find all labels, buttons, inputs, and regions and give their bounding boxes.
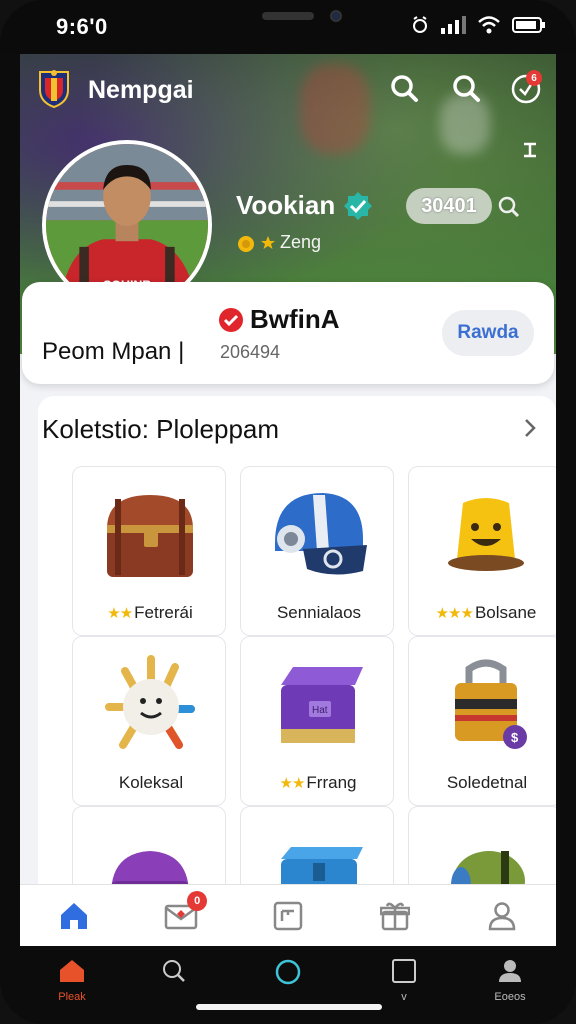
sys-nav-home[interactable]: Pleak xyxy=(40,958,104,1003)
sys-nav-search[interactable] xyxy=(142,958,206,989)
sys-nav-profile[interactable]: Eoeos xyxy=(478,958,542,1003)
status-bar: 9:6'0 xyxy=(0,0,576,54)
wifi-icon xyxy=(478,16,500,34)
item-name: Frrang xyxy=(306,773,357,792)
phone-frame: 9:6'0 Nempgai 6 Vookian 30401 Zeng Peom … xyxy=(0,0,576,1024)
status-time: 9:6'0 xyxy=(56,14,108,39)
collection-item-label: ★★ Fetrerái xyxy=(73,603,227,623)
rating-stars: ★★ xyxy=(279,775,306,792)
svg-text:Hat: Hat xyxy=(312,705,328,716)
home-indicator[interactable] xyxy=(196,1004,382,1010)
item-name: Koleksal xyxy=(118,773,184,792)
search-button[interactable] xyxy=(386,70,422,106)
person-icon xyxy=(499,960,521,982)
verified-check-icon xyxy=(219,307,243,332)
notifications-button[interactable]: 6 xyxy=(508,70,544,106)
collection-item[interactable]: Sennialaos xyxy=(240,466,394,636)
collection-item-label: ★★ Frrang xyxy=(241,773,395,793)
profile-icon xyxy=(489,901,516,930)
home-icon xyxy=(60,960,84,982)
collection-item[interactable]: Koleksal xyxy=(72,636,226,806)
calendar-icon xyxy=(273,901,303,930)
search-icon xyxy=(163,960,185,982)
profile-action-button[interactable]: Rawda xyxy=(442,310,534,356)
collection-item[interactable]: ★★★ Bolsane xyxy=(408,466,556,636)
app-screen: Nempgai 6 Vookian 30401 Zeng Peom Mpan |… xyxy=(20,54,556,946)
item-name: Sennialaos xyxy=(276,603,362,622)
bottom-tab-bar: 0 xyxy=(20,884,556,946)
notification-badge: 6 xyxy=(526,70,542,86)
sys-nav-home-label: Pleak xyxy=(58,991,86,1003)
user-id-pill[interactable]: 30401 xyxy=(406,188,492,224)
app-title: Nempgai xyxy=(88,76,194,104)
collection-item-label: ★★★ Bolsane xyxy=(409,603,556,623)
collection-title: Koletstio: Ploleppam xyxy=(42,414,280,444)
profile-name: Vookian xyxy=(236,190,336,220)
tab-home[interactable] xyxy=(20,885,127,946)
star-icon xyxy=(261,235,275,249)
player-name: Peom Mpan | xyxy=(42,338,185,365)
item-name: Bolsane xyxy=(474,603,537,622)
svg-text:$: $ xyxy=(511,730,519,745)
tab-mail[interactable]: 0 xyxy=(127,885,234,946)
rating-stars: ★★★ xyxy=(435,605,474,622)
front-camera xyxy=(330,10,342,22)
item-name: Soledetnal xyxy=(446,773,528,792)
helmet-icon xyxy=(275,493,367,575)
collection-item[interactable]: Hat ★★ Frrang xyxy=(240,636,394,806)
speaker-notch xyxy=(262,12,314,20)
tab-calendar[interactable] xyxy=(234,885,341,946)
sys-nav-circle[interactable] xyxy=(256,958,320,991)
alarm-icon xyxy=(413,16,427,33)
collection-item-label: Koleksal xyxy=(73,773,227,793)
tab-gifts[interactable] xyxy=(342,885,449,946)
collection-item-label: Sennialaos xyxy=(241,603,395,623)
rank-label: Zeng xyxy=(280,232,322,252)
share-button[interactable] xyxy=(516,136,544,164)
item-name: Fetrerái xyxy=(134,603,193,622)
system-navigation-bar: Pleak v Eoeos xyxy=(20,946,556,1024)
purple-crate-icon: Hat xyxy=(281,667,363,743)
collection-item[interactable]: $ Soledetnal xyxy=(408,636,556,806)
mail-badge: 0 xyxy=(187,891,208,911)
rating-stars: ★★ xyxy=(107,605,133,622)
club-row: BwfinA xyxy=(218,304,340,335)
signal-icon xyxy=(441,16,466,34)
search-icon xyxy=(453,75,480,102)
verified-badge-icon xyxy=(344,192,372,220)
search-icon[interactable] xyxy=(496,194,522,220)
treasure-chest-icon xyxy=(107,495,193,577)
team-crest-icon[interactable] xyxy=(36,68,72,108)
chevron-right-icon[interactable] xyxy=(520,416,540,440)
home-icon xyxy=(60,902,87,929)
profile-info-card: Peom Mpan | BwfinA 206494 Rawda xyxy=(22,282,554,384)
medal-icon xyxy=(238,235,254,252)
search-button-secondary[interactable] xyxy=(448,70,484,106)
battery-icon xyxy=(512,17,545,33)
gift-icon xyxy=(380,902,411,930)
padlock-icon: $ xyxy=(455,659,527,749)
square-icon xyxy=(392,959,416,983)
sys-nav-square[interactable]: v xyxy=(372,958,436,1003)
circle-icon xyxy=(275,959,301,985)
status-icons xyxy=(412,16,546,34)
search-icon xyxy=(391,75,418,102)
share-icon xyxy=(524,142,536,158)
collection-item[interactable]: ★★ Fetrerái xyxy=(72,466,226,636)
top-bar: Nempgai 6 xyxy=(20,64,556,114)
spiky-ball-icon xyxy=(105,655,195,749)
rank-row: Zeng xyxy=(236,232,321,253)
sys-nav-square-label: v xyxy=(401,991,407,1003)
club-number: 206494 xyxy=(220,342,281,362)
sys-nav-profile-label: Eoeos xyxy=(494,991,526,1003)
tab-profile[interactable] xyxy=(449,885,556,946)
club-name: BwfinA xyxy=(250,304,340,334)
collection-item-label: Soledetnal xyxy=(409,773,556,793)
yellow-cup-icon xyxy=(448,498,524,571)
